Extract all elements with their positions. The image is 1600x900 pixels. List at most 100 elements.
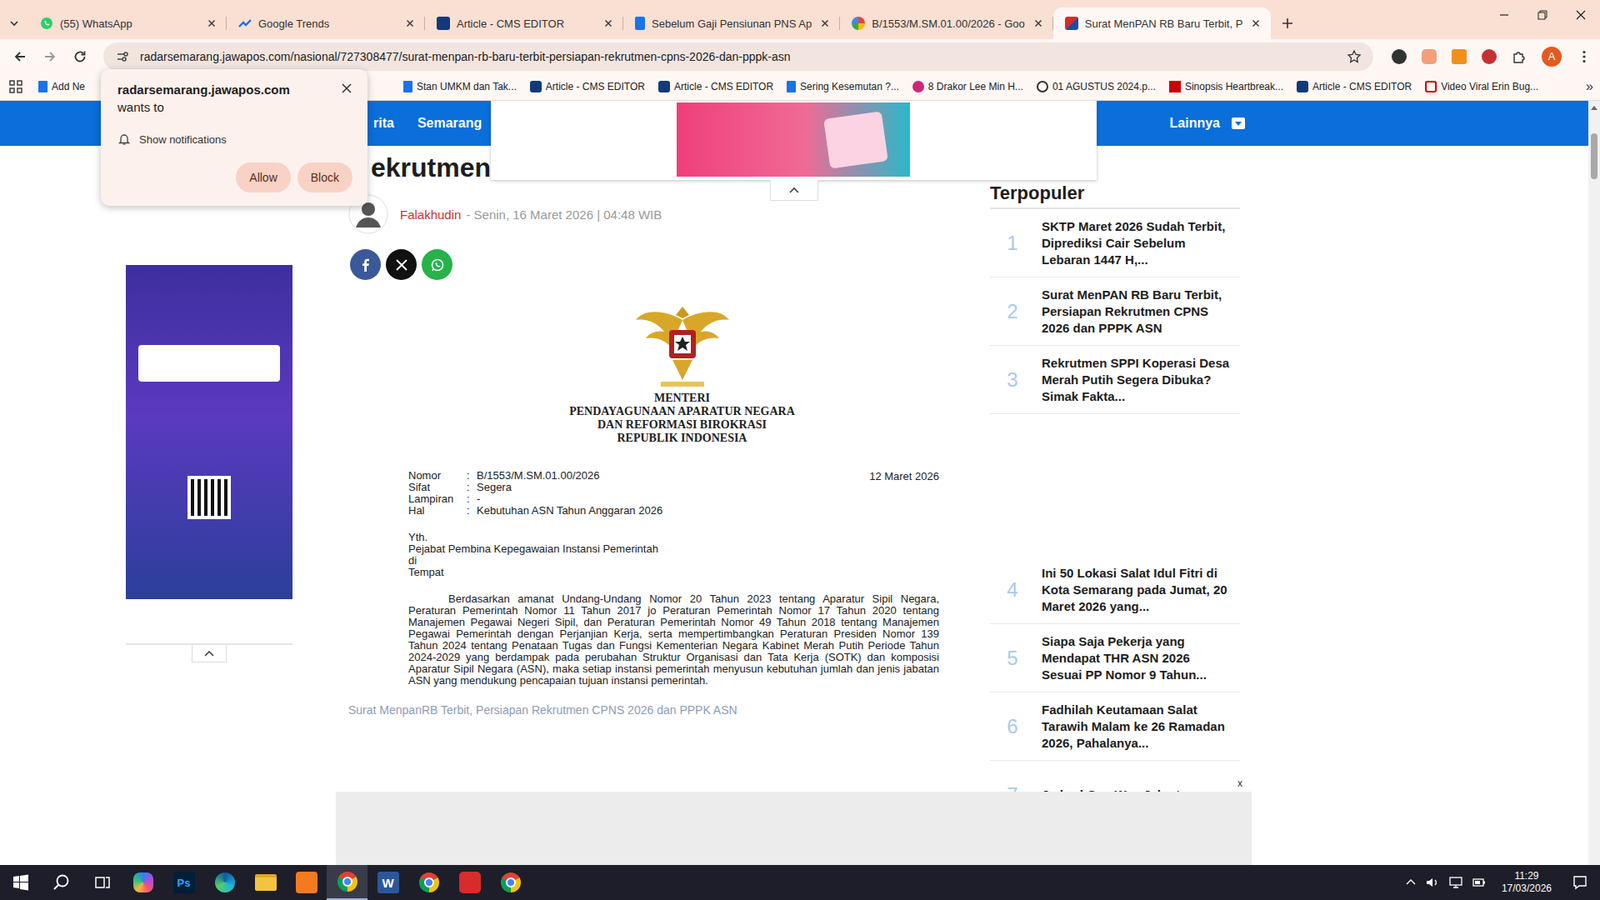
collapse-button[interactable]	[191, 645, 227, 663]
word-icon: W	[377, 871, 400, 894]
start-button[interactable]	[0, 865, 41, 900]
bookmark-item[interactable]: Stan UMKM dan Tak...	[400, 78, 520, 95]
popular-item[interactable]: 5Siapa Saja Pekerja yang Mendapat THR AS…	[990, 624, 1240, 693]
browser-tab[interactable]: B/1553/M.SM.01.00/2026 - Goo	[840, 7, 1054, 40]
taskbar-app[interactable]	[408, 865, 450, 900]
browser-tab[interactable]: Google Trends	[226, 7, 425, 40]
prompt-button[interactable]: Block	[297, 162, 353, 193]
profile-avatar[interactable]: A	[1541, 46, 1562, 67]
bookmark-item[interactable]: 8 Drakor Lee Min H...	[909, 78, 1027, 95]
extension-icon[interactable]	[1451, 49, 1467, 65]
battery-icon[interactable]	[1471, 875, 1487, 890]
scrollbar-thumb[interactable]	[1590, 133, 1598, 180]
bookmark-item[interactable]: Sinopsis Heartbreak...	[1165, 78, 1287, 95]
close-icon[interactable]	[403, 16, 417, 30]
browser-tab[interactable]: (55) WhatsApp	[28, 7, 227, 40]
browser-tab[interactable]: Surat MenPAN RB Baru Terbit, P	[1053, 7, 1272, 40]
taskbar-app[interactable]	[122, 865, 164, 900]
tab-label: Sebelum Gaji Pensiunan PNS Ap	[651, 17, 812, 30]
browser-tab[interactable]: Sebelum Gaji Pensiunan PNS Ap	[623, 7, 840, 40]
taskbar-app[interactable]	[285, 865, 327, 900]
restore-icon	[1536, 9, 1549, 21]
new-tab-button[interactable]	[1270, 7, 1305, 40]
address-bar[interactable]: radarsemarang.jawapos.com/nasional/72730…	[103, 42, 1374, 71]
close-icon[interactable]	[205, 16, 219, 30]
close-icon[interactable]	[1249, 16, 1263, 30]
scroll-up-icon[interactable]	[1590, 104, 1599, 111]
favicon-icon	[238, 16, 252, 30]
bookmark-icon	[1425, 80, 1437, 93]
bookmark-item[interactable]: Article - CMS EDITOR	[1293, 78, 1415, 95]
browser-tab[interactable]: Article - CMS EDITOR	[425, 7, 624, 40]
bookmark-icon	[912, 80, 925, 93]
close-window-button[interactable]	[1561, 0, 1600, 30]
chevron-up-icon[interactable]	[1405, 876, 1417, 889]
taskbar-app[interactable]	[204, 865, 245, 900]
bookmark-item[interactable]: 01 AGUSTUS 2024.p...	[1033, 78, 1160, 95]
minimize-button[interactable]	[1485, 0, 1524, 30]
advertisement-banner[interactable]	[676, 102, 910, 177]
popular-item[interactable]: 2Surat MenPAN RB Baru Terbit, Persiapan …	[990, 277, 1240, 346]
popular-item[interactable]: 1SKTP Maret 2026 Sudah Terbit, Diprediks…	[990, 209, 1240, 278]
taskbar-app[interactable]	[326, 865, 368, 900]
x-logo-icon	[395, 258, 409, 272]
popular-item[interactable]: 3Rekrutmen SPPI Koperasi Desa Merah Puti…	[990, 345, 1240, 415]
close-icon[interactable]	[601, 16, 615, 30]
share-button[interactable]	[350, 249, 381, 280]
taskbar-app[interactable]: Ps	[163, 865, 205, 900]
taskbar-app[interactable]	[490, 865, 531, 900]
advertisement-banner[interactable]	[125, 265, 293, 600]
popular-item[interactable]: 6Fadhilah Keutamaan Salat Tarawih Malam …	[990, 692, 1240, 761]
nav-item[interactable]: rita	[373, 115, 395, 131]
extension-icon[interactable]	[1421, 49, 1437, 65]
site-info-icon[interactable]	[115, 49, 130, 65]
tab-label: Surat MenPAN RB Baru Terbit, P	[1085, 17, 1244, 30]
taskbar-app[interactable]	[449, 865, 490, 900]
share-button[interactable]	[385, 249, 417, 280]
ad-close-button[interactable]: x	[1231, 775, 1249, 792]
bookmark-item[interactable]: Article - CMS EDITOR	[526, 78, 649, 95]
bookmark-item[interactable]: Sering Kesemutan ?...	[783, 78, 903, 95]
prompt-header: radarsemarang.jawapos.comwants to	[117, 82, 353, 115]
back-button[interactable]	[6, 43, 34, 70]
reload-button[interactable]	[66, 43, 94, 70]
bookmark-item[interactable]: Video Viral Erin Bug...	[1421, 78, 1542, 95]
apps-grid-icon[interactable]	[8, 79, 24, 95]
nav-more-button[interactable]: Lainnya	[1170, 115, 1245, 131]
scrollbar[interactable]	[1588, 100, 1600, 865]
bookmark-label: Video Viral Erin Bug...	[1440, 80, 1539, 93]
speaker-icon[interactable]	[1425, 875, 1440, 890]
popular-item[interactable]: 4Ini 50 Lokasi Salat Idul Fitri di Kota …	[990, 555, 1240, 625]
close-icon[interactable]	[1031, 16, 1045, 30]
bookmark-item[interactable]: Add Ne	[35, 78, 89, 95]
taskbar-app[interactable]: W	[367, 865, 409, 900]
close-icon[interactable]	[340, 82, 353, 95]
garuda-emblem-icon	[632, 301, 733, 392]
tab-search-button[interactable]	[0, 7, 29, 40]
puzzle-icon[interactable]	[1511, 49, 1527, 65]
extension-icon[interactable]	[1481, 49, 1497, 65]
heading-line: DAN REFORMASI BIROKRASI	[425, 418, 940, 432]
task-view-button[interactable]	[81, 865, 123, 900]
taskbar-app[interactable]	[245, 865, 286, 900]
extension-icon[interactable]	[1391, 49, 1407, 65]
share-button[interactable]	[421, 249, 453, 280]
publish-date: - Senin, 16 Maret 2026 | 04:48 WIB	[465, 207, 662, 222]
forward-button[interactable]	[36, 43, 64, 70]
more-bookmarks-button[interactable]: »	[1585, 79, 1594, 95]
star-icon[interactable]	[1346, 49, 1362, 65]
favicon-icon	[40, 16, 54, 30]
search-button[interactable]	[40, 865, 82, 900]
network-icon[interactable]	[1448, 875, 1464, 890]
nav-item[interactable]: Semarang	[417, 115, 482, 131]
clock[interactable]: 11:2917/03/2026	[1495, 870, 1564, 895]
page-content: ekrutmenFalakhudin- Senin, 16 Maret 2026…	[0, 145, 1589, 830]
menu-icon[interactable]	[1576, 49, 1592, 65]
author-name[interactable]: Falakhudin	[400, 207, 461, 222]
notification-icon[interactable]	[1571, 874, 1589, 891]
restore-button[interactable]	[1523, 0, 1562, 30]
prompt-button[interactable]: Allow	[235, 162, 290, 193]
collapse-button[interactable]	[770, 180, 819, 201]
bookmark-item[interactable]: Article - CMS EDITOR	[655, 78, 777, 95]
close-icon[interactable]	[818, 16, 832, 30]
